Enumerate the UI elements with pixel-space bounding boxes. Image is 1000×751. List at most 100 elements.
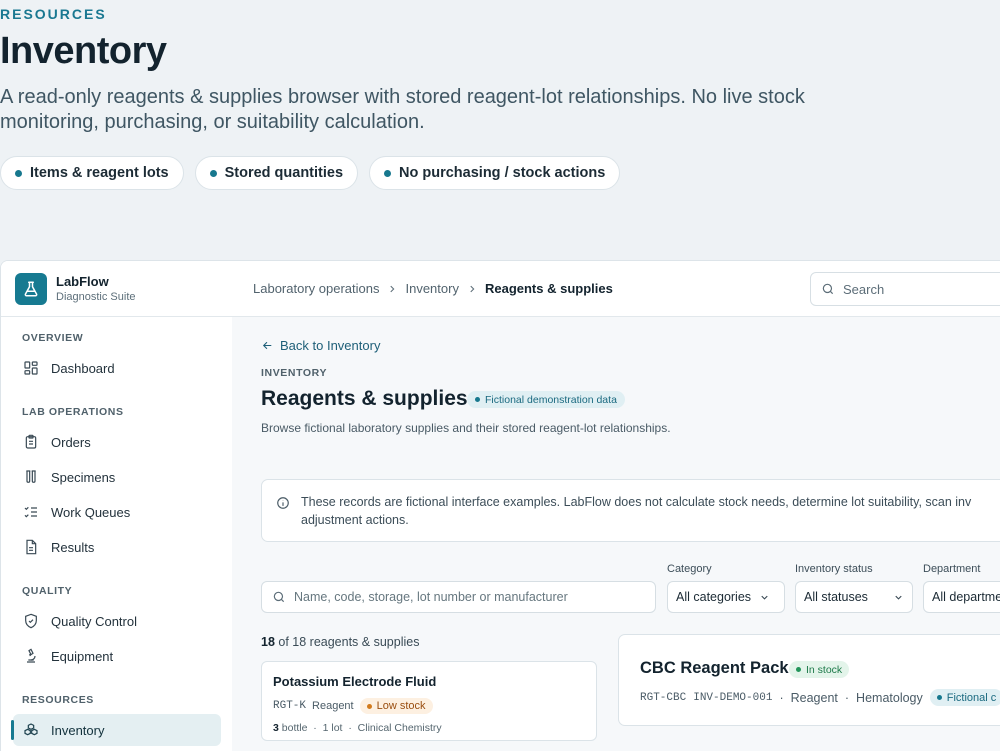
item-code: RGT-K [273, 700, 307, 712]
sidebar-item-label: Results [51, 539, 95, 555]
brand-name: LabFlow [56, 274, 109, 289]
sidebar-item-label: Dashboard [51, 360, 115, 376]
feature-pill: Items & reagent lots [0, 156, 184, 190]
list-checks-icon [24, 506, 37, 518]
filter-search-input[interactable]: Name, code, storage, lot number or manuf… [261, 581, 656, 613]
nav-section-label: QUALITY [22, 585, 73, 597]
status-badge: Low stock [359, 698, 433, 714]
search-icon [273, 591, 285, 603]
sidebar-item-dashboard[interactable]: Dashboard [13, 352, 221, 384]
app-window: LabFlow Diagnostic Suite OVERVIEW Dashbo… [0, 260, 1000, 751]
item-type: Reagent [312, 700, 354, 712]
page-title: Reagents & supplies [261, 387, 468, 410]
info-icon [277, 497, 289, 509]
status-select[interactable]: All statuses [795, 581, 913, 613]
hero-description: A read-only reagents & supplies browser … [0, 86, 805, 133]
results-total-label: of 18 reagents & supplies [278, 635, 420, 649]
sidebar-item-label: Quality Control [51, 613, 137, 629]
sidebar-item-quality-control[interactable]: Quality Control [13, 605, 221, 637]
sidebar-item-label: Work Queues [51, 504, 131, 520]
sidebar-item-label: Orders [51, 434, 91, 450]
notice-line: These records are fictional interface ex… [301, 495, 972, 509]
sidebar-item-orders[interactable]: Orders [13, 426, 221, 458]
detail-code: RGT-CBC [640, 691, 687, 704]
topbar: Laboratory operations Inventory Reagents… [232, 261, 1000, 317]
sidebar-item-work-queues[interactable]: Work Queues [13, 496, 221, 528]
pill-label: Items & reagent lots [30, 165, 169, 181]
hero-eyebrow: RESOURCES [0, 6, 107, 22]
flask-icon [15, 273, 47, 305]
sidebar: LabFlow Diagnostic Suite OVERVIEW Dashbo… [1, 261, 233, 751]
badge-label: Fictional demonstration data [485, 393, 617, 406]
feature-pill: Stored quantities [194, 156, 359, 190]
page-description: Browse fictional laboratory supplies and… [261, 421, 671, 435]
select-value: All departme [932, 590, 1000, 604]
sidebar-item-specimens[interactable]: Specimens [13, 461, 221, 493]
status-badge: In stock [789, 661, 850, 678]
chevron-right-icon [390, 285, 395, 292]
pill-label: No purchasing / stock actions [399, 165, 606, 181]
chevron-down-icon [895, 595, 902, 600]
sidebar-item-results[interactable]: Results [13, 531, 221, 563]
bullet-dot-icon [366, 703, 372, 709]
status-label: In stock [806, 663, 843, 676]
fictional-badge: Fictional c [929, 689, 1000, 706]
breadcrumb-current: Reagents & supplies [484, 281, 613, 296]
notice-line: adjustment actions. [301, 513, 409, 527]
feature-pill: No purchasing / stock actions [369, 156, 621, 190]
detail-title: CBC Reagent Pack [640, 659, 789, 677]
item-name: Potassium Electrode Fluid [273, 674, 437, 689]
nav-section-label: LAB OPERATIONS [22, 406, 124, 418]
feature-pills: Items & reagent lots Stored quantities N… [0, 156, 621, 190]
item-quantity: 3 [273, 722, 279, 734]
clipboard-icon [25, 434, 37, 449]
breadcrumb-link[interactable]: Laboratory operations [253, 281, 379, 296]
department-select[interactable]: All departme [923, 581, 1000, 613]
bullet-dot-icon [209, 169, 217, 177]
back-link-label: Back to Inventory [280, 338, 381, 353]
category-select[interactable]: All categories [667, 581, 785, 613]
dashboard-icon [24, 361, 38, 375]
shield-check-icon [25, 613, 37, 629]
detail-card: CBC Reagent Pack In stock RGT-CBC INV-DE… [618, 634, 1000, 726]
page-kicker: INVENTORY [261, 367, 328, 379]
filter-search-placeholder: Name, code, storage, lot number or manuf… [294, 590, 568, 604]
item-unit: bottle [281, 722, 308, 734]
status-filter-label: Inventory status [795, 563, 873, 575]
item-lots: 1 lot [322, 722, 343, 734]
boxes-icon [24, 723, 38, 736]
main-content: Back to Inventory INVENTORY Reagents & s… [232, 317, 1000, 751]
hero-title: Inventory [0, 30, 167, 72]
list-item[interactable]: Potassium Electrode Fluid RGT-K Reagent … [261, 661, 597, 741]
nav-section-label: RESOURCES [22, 694, 94, 706]
status-label: Low stock [376, 700, 426, 712]
bullet-dot-icon [796, 667, 801, 672]
breadcrumb-link[interactable]: Inventory [405, 281, 458, 296]
detail-inventory-id: INV-DEMO-001 [693, 691, 773, 704]
detail-type: Reagent [790, 690, 838, 705]
item-meta: RGT-K Reagent Low stock [273, 698, 433, 714]
back-link[interactable]: Back to Inventory [261, 338, 380, 353]
badge-label: Fictional c [946, 691, 997, 704]
search-icon [822, 283, 834, 295]
results-shown: 18 [261, 635, 275, 649]
chevron-right-icon [470, 285, 475, 292]
test-tubes-icon [26, 470, 36, 483]
bullet-dot-icon [384, 169, 392, 177]
sidebar-item-inventory[interactable]: Inventory [11, 714, 221, 746]
category-filter-label: Category [667, 563, 712, 575]
arrow-left-icon [262, 341, 272, 350]
brand[interactable]: LabFlow Diagnostic Suite [1, 261, 232, 317]
item-summary: 3 bottle · 1 lot · Clinical Chemistry [273, 722, 442, 734]
search-placeholder: Search [843, 281, 885, 297]
document-icon [26, 539, 37, 555]
demo-data-badge: Fictional demonstration data [467, 391, 625, 408]
sidebar-item-label: Equipment [51, 648, 114, 664]
bullet-dot-icon [15, 169, 22, 177]
notice-text: These records are fictional interface ex… [301, 493, 1000, 529]
sidebar-item-equipment[interactable]: Equipment [13, 640, 221, 672]
separator: · [844, 690, 850, 705]
results-count: 18 of 18 reagents & supplies [261, 635, 419, 649]
brand-subtitle: Diagnostic Suite [56, 291, 136, 303]
global-search-input[interactable]: Search [810, 272, 1000, 306]
